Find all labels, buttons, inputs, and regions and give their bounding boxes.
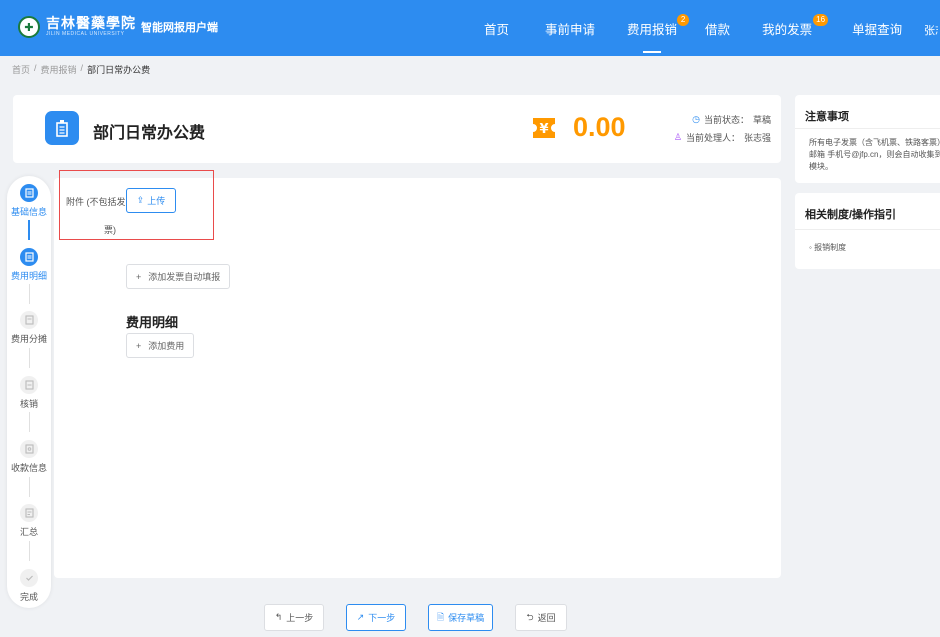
- nav-loan[interactable]: 借款: [691, 0, 744, 56]
- plus-icon: +: [136, 271, 142, 282]
- form-header-card: 部门日常办公费 ¥ 0.00 ◷ 当前状态： 草稿 ♙ 当前处理人： 张志强: [13, 95, 781, 163]
- handler-value: 张志强: [743, 133, 771, 143]
- school-logo[interactable]: ✚ 吉林醫藥學院 JILIN MEDICAL UNIVERSITY 智能网报用户…: [18, 16, 218, 38]
- step-connector: [28, 220, 30, 240]
- breadcrumb-home[interactable]: 首页: [12, 63, 30, 76]
- attachment-highlight-box: [59, 170, 214, 240]
- svg-text:¥: ¥: [539, 122, 548, 137]
- nav-my-invoices[interactable]: 我的发票 16: [748, 0, 829, 56]
- payee-icon: [20, 440, 38, 458]
- check-icon: [20, 569, 38, 587]
- step-connector: [28, 412, 30, 432]
- step-expense-detail[interactable]: 费用明细: [7, 248, 51, 282]
- money-ticket-icon: ¥: [531, 115, 557, 141]
- step-cost-allocation[interactable]: 费用分摊: [7, 311, 51, 345]
- return-icon: ⮌: [526, 611, 534, 622]
- progress-stepper: 基础信息 费用明细 费用分摊 核销 收款信息 汇总 完成: [7, 176, 51, 608]
- summary-icon: [20, 504, 38, 522]
- guide-card: 相关制度/操作指引 ◦ 报销制度: [795, 193, 940, 269]
- notice-card: 注意事项 所有电子发票（含飞机票、铁路客票）在 邮箱 手机号@jfp.cn，则会…: [795, 95, 940, 183]
- step-connector: [28, 541, 30, 561]
- step-payee-info[interactable]: 收款信息: [7, 440, 51, 474]
- form-title: 部门日常办公费: [93, 125, 206, 142]
- list-icon: [20, 248, 38, 266]
- clock-icon: ◷: [692, 114, 700, 124]
- save-icon: 🗎: [436, 611, 445, 622]
- nav-expense-reimbursement[interactable]: 费用报销 2: [613, 0, 691, 56]
- expense-detail-title: 费用明细: [126, 315, 179, 330]
- guide-title: 相关制度/操作指引: [805, 209, 897, 221]
- document-icon: [20, 184, 38, 202]
- step-connector: [28, 284, 30, 304]
- nav-pre-application[interactable]: 事前申请: [531, 0, 609, 56]
- nav-home[interactable]: 首页: [470, 0, 523, 56]
- writeoff-icon: [20, 376, 38, 394]
- step-basic-info[interactable]: 基础信息: [7, 184, 51, 218]
- current-status: ◷ 当前状态： 草稿: [692, 114, 771, 125]
- prev-step-button[interactable]: ↰ 上一步: [264, 604, 324, 631]
- save-draft-button[interactable]: 🗎 保存草稿: [428, 604, 493, 631]
- bullet-icon: ◦: [809, 243, 812, 252]
- top-nav-bar: ✚ 吉林醫藥學院 JILIN MEDICAL UNIVERSITY 智能网报用户…: [0, 0, 940, 56]
- user-name[interactable]: 张志强: [924, 22, 938, 38]
- step-write-off[interactable]: 核销: [7, 376, 51, 410]
- add-expense-button[interactable]: + 添加费用: [126, 333, 195, 358]
- office-building-icon: [45, 111, 79, 145]
- breadcrumb: 首页 / 费用报销 / 部门日常办公费: [12, 63, 151, 76]
- status-value: 草稿: [752, 115, 771, 125]
- invoice-badge: 16: [813, 14, 829, 26]
- plus-icon: +: [136, 340, 142, 351]
- portal-name: 智能网报用户端: [141, 22, 218, 34]
- breadcrumb-current: 部门日常办公费: [87, 65, 151, 75]
- school-name-en: JILIN MEDICAL UNIVERSITY: [46, 31, 125, 37]
- add-invoice-autofill-button[interactable]: + 添加发票自动填报: [126, 264, 231, 289]
- return-button[interactable]: ⮌ 返回: [515, 604, 567, 631]
- reimbursement-badge: 2: [677, 14, 690, 26]
- arrow-back-icon: ↰: [274, 612, 283, 622]
- next-step-button[interactable]: ↗ 下一步: [346, 604, 406, 631]
- notice-title: 注意事项: [805, 111, 849, 123]
- nav-document-query[interactable]: 单据查询: [838, 0, 916, 56]
- current-handler: ♙ 当前处理人： 张志强: [673, 132, 771, 143]
- school-emblem-icon: ✚: [18, 16, 40, 38]
- person-icon: ♙: [673, 132, 682, 142]
- step-connector: [28, 348, 30, 368]
- step-complete[interactable]: 完成: [7, 569, 51, 603]
- step-connector: [28, 477, 30, 497]
- main-nav: 首页 事前申请 费用报销 2 借款 我的发票 16 单据查询: [470, 0, 916, 56]
- total-amount: 0.00: [573, 112, 626, 142]
- step-summary[interactable]: 汇总: [7, 504, 51, 538]
- arrow-forward-icon: ↗: [356, 612, 365, 622]
- allocation-icon: [20, 311, 38, 329]
- notice-text: 所有电子发票（含飞机票、铁路客票）在 邮箱 手机号@jfp.cn，则会自动收集到…: [809, 138, 940, 171]
- school-name: 吉林醫藥學院: [46, 16, 136, 32]
- guide-item-reimbursement-policy[interactable]: ◦ 报销制度: [809, 242, 846, 253]
- breadcrumb-expense[interactable]: 费用报销: [41, 63, 77, 76]
